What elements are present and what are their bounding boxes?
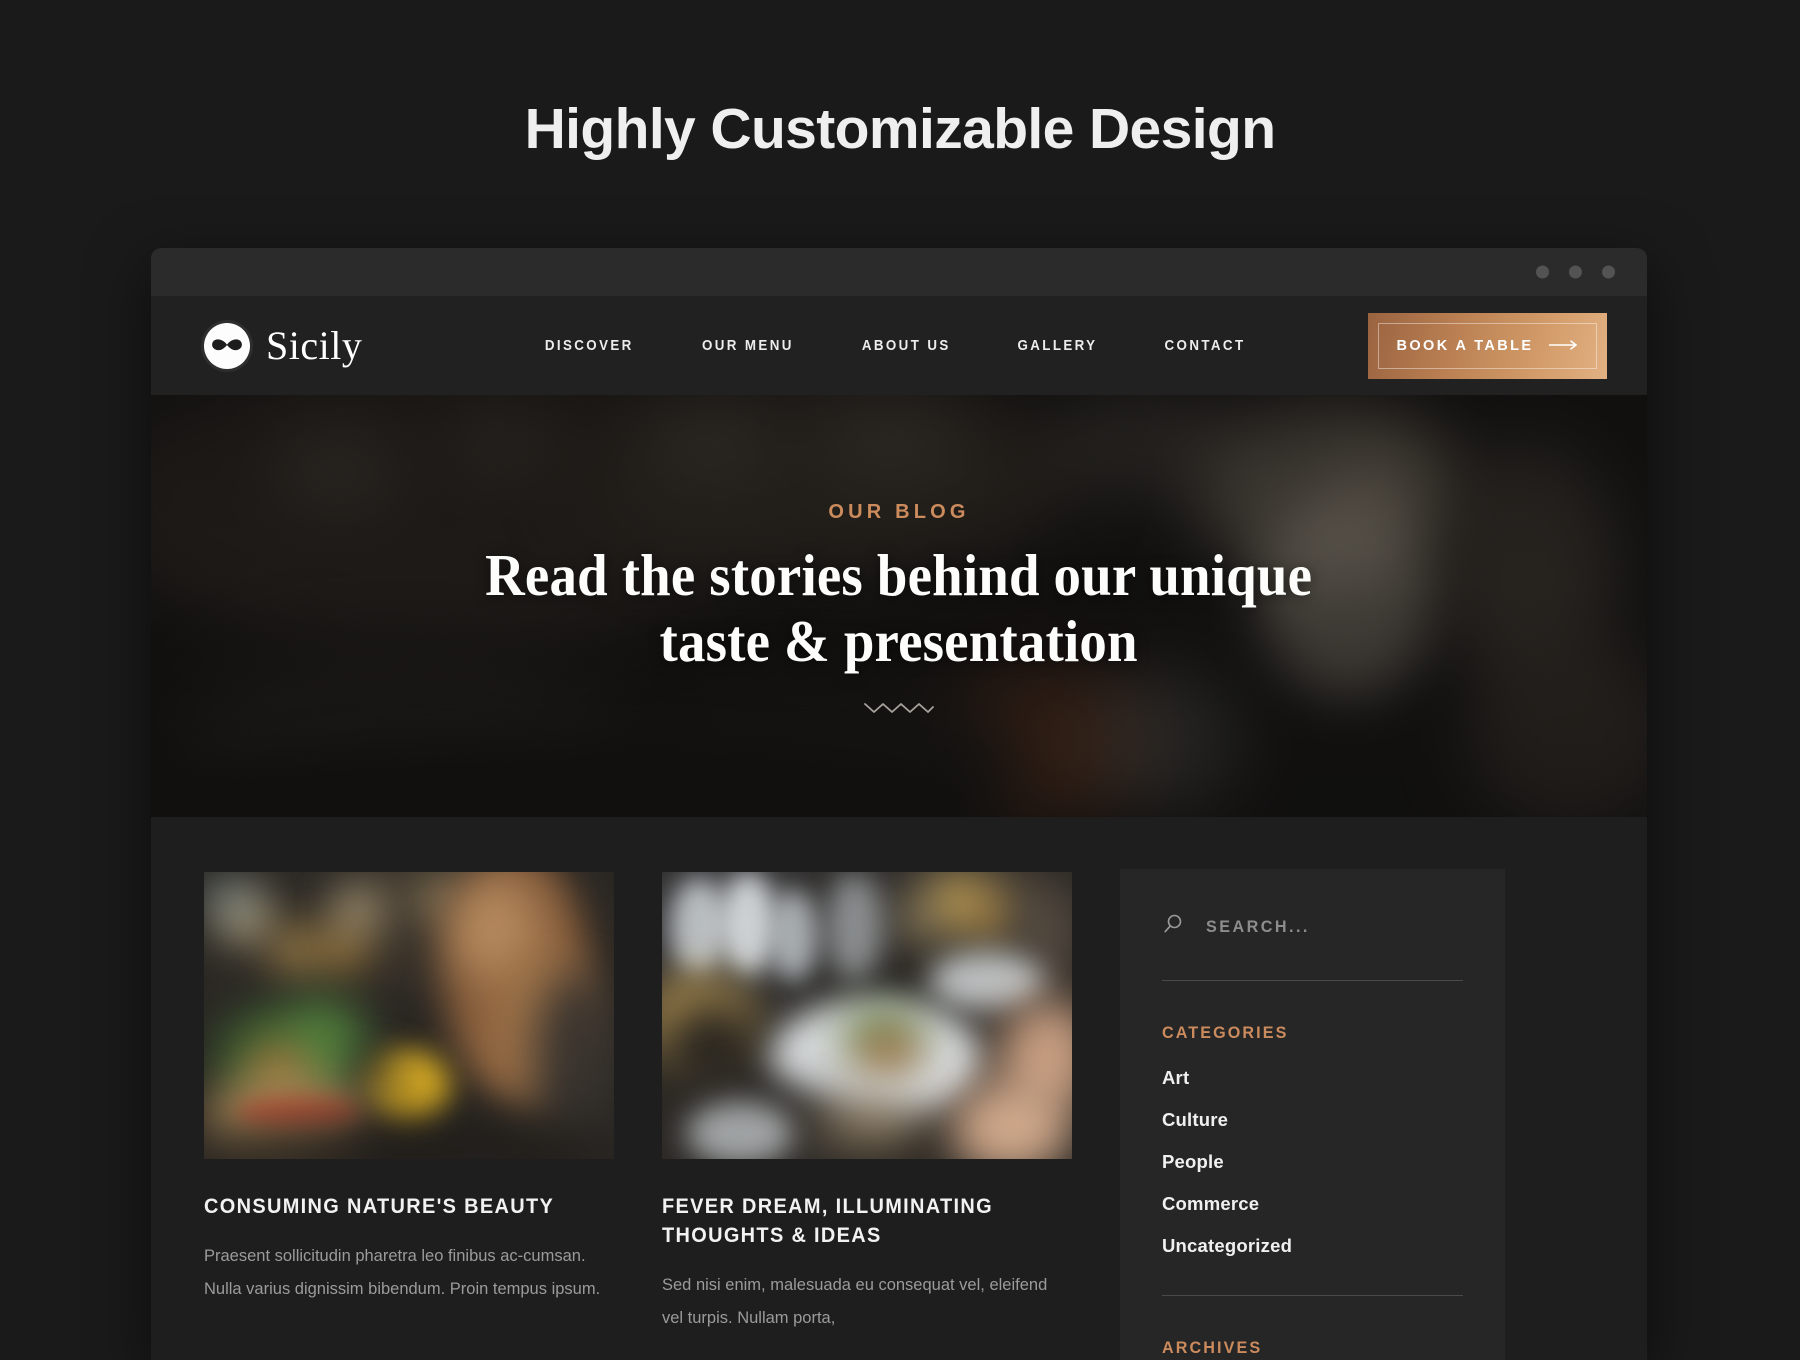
list-item[interactable]: People bbox=[1162, 1151, 1463, 1173]
blog-sidebar: SEARCH... CATEGORIES Art Culture People … bbox=[1120, 869, 1505, 1360]
sidebar-divider-bottom bbox=[1162, 1295, 1463, 1296]
brand-logo[interactable]: Sicily bbox=[204, 322, 363, 369]
post-list: CONSUMING NATURE'S BEAUTY Praesent solli… bbox=[204, 872, 1072, 1360]
hero-title: Read the stories behind our unique taste… bbox=[485, 542, 1312, 674]
book-a-table-button[interactable]: BOOK A TABLE bbox=[1368, 312, 1607, 379]
hero-banner: OUR BLOG Read the stories behind our uni… bbox=[151, 395, 1647, 817]
archives-widget-title: ARCHIVES bbox=[1162, 1338, 1263, 1357]
mustache-icon bbox=[204, 322, 250, 369]
nav-item-contact[interactable]: CONTACT bbox=[1165, 338, 1246, 354]
category-link-people[interactable]: People bbox=[1162, 1151, 1224, 1172]
list-item[interactable]: Art bbox=[1162, 1067, 1463, 1089]
nav-item-our-menu[interactable]: OUR MENU bbox=[702, 338, 794, 354]
search-field[interactable]: SEARCH... bbox=[1162, 913, 1463, 948]
hero-title-line-1: Read the stories behind our unique bbox=[485, 541, 1313, 608]
zigzag-divider-icon bbox=[863, 700, 935, 721]
page-root: Highly Customizable Design Sicily DISCOV… bbox=[0, 0, 1800, 1360]
nav-item-about-us[interactable]: ABOUT US bbox=[861, 338, 950, 354]
post-thumbnail-dinner[interactable] bbox=[662, 872, 1072, 1159]
post-card[interactable]: CONSUMING NATURE'S BEAUTY Praesent solli… bbox=[204, 872, 614, 1360]
nav-item-gallery[interactable]: GALLERY bbox=[1018, 338, 1098, 354]
post-title[interactable]: CONSUMING NATURE'S BEAUTY bbox=[204, 1193, 594, 1222]
post-excerpt: Sed nisi enim, malesuada eu consequat ve… bbox=[662, 1275, 1048, 1327]
window-controls bbox=[1536, 265, 1615, 279]
category-link-commerce[interactable]: Commerce bbox=[1162, 1193, 1259, 1214]
window-dot-close[interactable] bbox=[1602, 265, 1615, 279]
book-a-table-label: BOOK A TABLE bbox=[1396, 337, 1534, 354]
window-dot-minimize[interactable] bbox=[1536, 265, 1549, 279]
sidebar-divider-top bbox=[1162, 980, 1463, 981]
post-title[interactable]: FEVER DREAM, ILLUMINATING THOUGHTS & IDE… bbox=[662, 1193, 1052, 1251]
list-item[interactable]: Commerce bbox=[1162, 1193, 1463, 1215]
search-input[interactable]: SEARCH... bbox=[1206, 917, 1310, 937]
list-item[interactable]: Uncategorized bbox=[1162, 1235, 1463, 1257]
browser-chrome-bar bbox=[151, 248, 1647, 296]
categories-widget-title: CATEGORIES bbox=[1162, 1023, 1289, 1042]
window-dot-maximize[interactable] bbox=[1569, 265, 1582, 279]
blog-content-area: CONSUMING NATURE'S BEAUTY Praesent solli… bbox=[151, 817, 1647, 1360]
hero-eyebrow: OUR BLOG bbox=[828, 500, 970, 523]
category-link-culture[interactable]: Culture bbox=[1162, 1109, 1228, 1130]
search-icon bbox=[1162, 913, 1184, 940]
post-thumbnail-cafe[interactable] bbox=[204, 872, 614, 1159]
category-link-art[interactable]: Art bbox=[1162, 1067, 1189, 1088]
list-item[interactable]: Culture bbox=[1162, 1109, 1463, 1131]
arrow-right-icon bbox=[1548, 338, 1579, 354]
brand-name: Sicily bbox=[266, 322, 363, 368]
post-card[interactable]: FEVER DREAM, ILLUMINATING THOUGHTS & IDE… bbox=[662, 872, 1072, 1360]
nav-item-discover[interactable]: DISCOVER bbox=[545, 338, 634, 354]
post-excerpt: Praesent sollicitudin pharetra leo finib… bbox=[204, 1246, 601, 1298]
category-link-uncategorized[interactable]: Uncategorized bbox=[1162, 1235, 1292, 1256]
site-header: Sicily DISCOVER OUR MENU ABOUT US GALLER… bbox=[151, 296, 1647, 395]
promo-headline: Highly Customizable Design bbox=[524, 97, 1276, 161]
main-navigation: DISCOVER OUR MENU ABOUT US GALLERY CONTA… bbox=[422, 338, 1368, 354]
browser-window-mockup: Sicily DISCOVER OUR MENU ABOUT US GALLER… bbox=[151, 248, 1647, 1360]
hero-title-line-2: taste & presentation bbox=[659, 608, 1139, 674]
categories-list: Art Culture People Commerce Uncategorize… bbox=[1162, 1067, 1463, 1257]
